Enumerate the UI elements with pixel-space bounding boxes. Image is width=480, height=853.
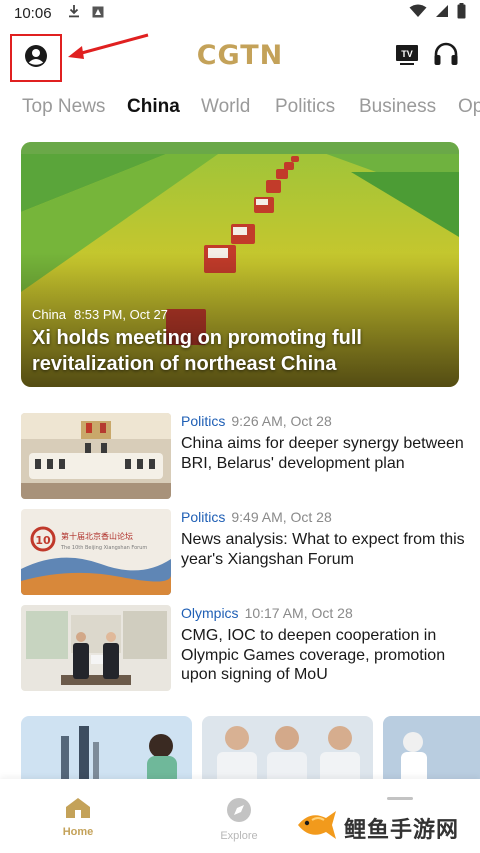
tab-business[interactable]: Business bbox=[359, 96, 436, 118]
news-item[interactable]: Olympics 10:17 AM, Oct 28 CMG, IOC to dee… bbox=[21, 605, 461, 693]
hero-meta: China 8:53 PM, Oct 27 bbox=[32, 307, 168, 322]
headphones-icon[interactable] bbox=[433, 42, 459, 71]
fish-logo-icon bbox=[296, 808, 338, 847]
nav-explore[interactable]: Explore bbox=[194, 797, 284, 842]
nav-home[interactable]: Home bbox=[33, 797, 123, 838]
tv-icon[interactable]: TV bbox=[395, 44, 419, 71]
download-icon bbox=[68, 4, 80, 22]
svg-text:10: 10 bbox=[35, 534, 51, 547]
nav-explore-label: Explore bbox=[220, 830, 258, 842]
watermark-text: 鲤鱼手游网 bbox=[344, 817, 460, 843]
tv-label: TV bbox=[401, 49, 413, 59]
news-thumbnail: 10 第十届北京香山论坛 The 10th Beijing Xiangshan … bbox=[21, 509, 171, 595]
news-title: CMG, IOC to deepen cooperation in Olympi… bbox=[181, 627, 446, 683]
news-category[interactable]: Politics bbox=[181, 413, 225, 429]
hero-category: China bbox=[32, 307, 66, 322]
news-time: 10:17 AM, Oct 28 bbox=[244, 605, 353, 621]
video-card[interactable] bbox=[21, 716, 192, 786]
tab-politics[interactable]: Politics bbox=[275, 96, 335, 118]
news-title: China aims for deeper synergy between BR… bbox=[181, 435, 464, 472]
wifi-icon bbox=[409, 4, 427, 22]
signal-icon bbox=[435, 4, 449, 22]
header: CGTN TV bbox=[0, 30, 480, 86]
hero-time: 8:53 PM, Oct 27 bbox=[73, 307, 168, 322]
bottom-card-row bbox=[21, 716, 480, 786]
hero-title: Xi holds meeting on promoting full revit… bbox=[32, 327, 362, 375]
hero-card[interactable]: China 8:53 PM, Oct 27 Xi holds meeting on… bbox=[21, 142, 459, 387]
tab-china[interactable]: China bbox=[127, 96, 180, 118]
news-item[interactable]: Politics 9:26 AM, Oct 28 China aims for d… bbox=[21, 413, 464, 501]
news-meta: Politics 9:26 AM, Oct 28 bbox=[181, 413, 332, 429]
status-bar: 10:06 bbox=[0, 0, 480, 26]
tab-top-news[interactable]: Top News bbox=[22, 96, 105, 118]
news-category[interactable]: Olympics bbox=[181, 605, 239, 621]
news-thumbnail bbox=[21, 413, 171, 499]
news-meta: Olympics 10:17 AM, Oct 28 bbox=[181, 605, 353, 621]
news-item[interactable]: 10 第十届北京香山论坛 The 10th Beijing Xiangshan … bbox=[21, 509, 465, 597]
status-time: 10:06 bbox=[14, 4, 52, 22]
screen: 10:06 CGTN TV Top News China World Polit… bbox=[0, 0, 480, 853]
news-meta: Politics 9:49 AM, Oct 28 bbox=[181, 509, 332, 525]
home-icon bbox=[65, 798, 91, 822]
news-time: 9:49 AM, Oct 28 bbox=[231, 509, 332, 525]
battery-icon bbox=[457, 3, 466, 23]
nav-home-label: Home bbox=[62, 826, 94, 838]
news-category[interactable]: Politics bbox=[181, 509, 225, 525]
forum-thumb-subtitle: The 10th Beijing Xiangshan Forum bbox=[60, 545, 147, 551]
news-thumbnail bbox=[21, 605, 171, 691]
category-tabs: Top News China World Politics Business O… bbox=[0, 92, 480, 126]
compass-icon bbox=[226, 798, 252, 826]
watermark: 鲤鱼手游网 bbox=[296, 808, 459, 847]
news-title: News analysis: What to expect from this … bbox=[181, 531, 465, 568]
forum-thumb-title: 第十届北京香山论坛 bbox=[61, 531, 133, 541]
video-card[interactable] bbox=[383, 716, 480, 786]
video-card[interactable] bbox=[202, 716, 373, 786]
notification-icon bbox=[92, 5, 104, 22]
tab-opinion[interactable]: Op bbox=[458, 96, 480, 118]
tab-world[interactable]: World bbox=[201, 96, 250, 118]
news-time: 9:26 AM, Oct 28 bbox=[231, 413, 332, 429]
